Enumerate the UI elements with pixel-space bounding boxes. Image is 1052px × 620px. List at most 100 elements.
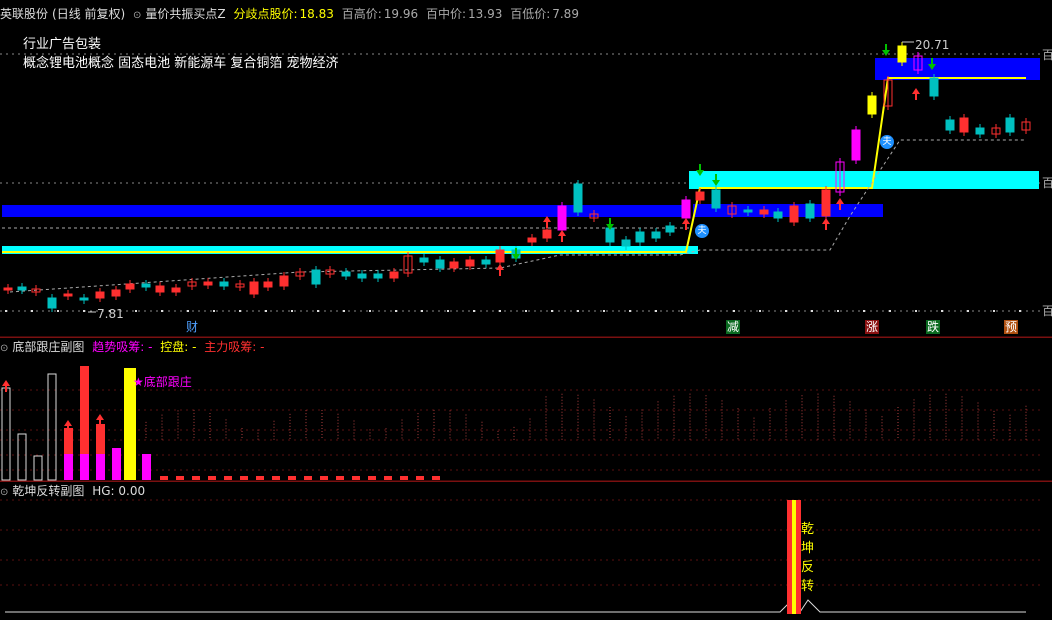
candlestick — [651, 231, 661, 239]
sub2-title[interactable]: 乾坤反转副图 — [12, 484, 84, 498]
candlestick — [263, 281, 273, 288]
candlestick — [171, 287, 181, 293]
volume-bar — [17, 433, 27, 481]
industry-label: 行业广告包装 — [23, 37, 102, 52]
settings-dropdown-icon[interactable]: ⊙ — [0, 487, 8, 498]
buy-arrow-icon — [822, 218, 830, 230]
time-dot — [5, 310, 7, 312]
time-dot — [291, 310, 293, 312]
hg-value-label: HG: 0.00 — [92, 484, 146, 498]
time-dot — [187, 310, 189, 312]
time-dot — [759, 310, 761, 312]
mid-value: 13.93 — [468, 7, 503, 21]
candlestick — [17, 286, 27, 291]
time-dot — [317, 310, 319, 312]
candlestick — [79, 297, 89, 301]
candlestick — [821, 189, 831, 217]
volume-bar — [288, 476, 296, 480]
time-dot — [213, 310, 215, 312]
candlestick — [125, 283, 135, 290]
main-price-chart[interactable] — [0, 0, 1052, 620]
event-marker-finance[interactable]: 财 — [186, 320, 198, 334]
bottom-follow-annotation: ★底部跟庄 — [133, 375, 192, 389]
candlestick — [63, 293, 73, 297]
event-marker-rise[interactable]: 涨 — [865, 320, 880, 334]
volume-bar — [384, 476, 392, 480]
time-dot — [603, 310, 605, 312]
time-dot — [83, 310, 85, 312]
time-dot — [707, 310, 709, 312]
candlestick — [789, 205, 799, 223]
time-dot — [1019, 310, 1021, 312]
time-dot — [395, 310, 397, 312]
candlestick — [805, 203, 815, 219]
event-marker-fall[interactable]: 跌 — [926, 320, 941, 334]
candlestick — [945, 119, 955, 131]
time-dot — [733, 310, 735, 312]
event-marker-forecast[interactable]: 预 — [1004, 320, 1019, 334]
candlestick — [695, 191, 705, 201]
candlestick — [743, 209, 753, 213]
low-value: 7.89 — [552, 7, 579, 21]
axis-label-top: 百 — [1042, 48, 1052, 62]
candlestick — [419, 257, 429, 263]
time-dot — [577, 310, 579, 312]
volume-bar — [64, 454, 73, 480]
time-dot — [811, 310, 813, 312]
candlestick — [249, 281, 259, 295]
candlestick — [141, 283, 151, 288]
candlestick — [867, 95, 877, 115]
period-label[interactable]: (日线 前复权) — [52, 7, 125, 21]
event-marker-reduce[interactable]: 减 — [726, 320, 741, 334]
volume-bar — [400, 476, 408, 480]
candlestick — [311, 269, 321, 285]
candlestick — [279, 275, 289, 287]
volume-bar — [352, 476, 360, 480]
candlestick — [851, 129, 861, 161]
stock-name[interactable]: 英联股份 — [0, 7, 48, 21]
time-dot — [265, 310, 267, 312]
candlestick — [557, 205, 567, 231]
volume-bar — [1, 387, 11, 481]
time-dot — [993, 310, 995, 312]
candlestick — [929, 77, 939, 97]
time-dot — [837, 310, 839, 312]
time-dot — [161, 310, 163, 312]
buy-arrow-icon — [912, 88, 920, 100]
control-label: 控盘: - — [160, 340, 197, 354]
candlestick — [542, 229, 552, 239]
volume-bar — [416, 476, 424, 480]
candlestick — [389, 271, 399, 279]
volume-bar — [160, 476, 168, 480]
indicator-name[interactable]: 量价共振买点Z — [145, 7, 225, 21]
time-dot — [551, 310, 553, 312]
buy-arrow-icon — [2, 380, 10, 392]
candlestick — [959, 117, 969, 133]
candlestick — [1005, 117, 1015, 133]
time-dot — [57, 310, 59, 312]
time-dot — [681, 310, 683, 312]
volume-bar — [192, 476, 200, 480]
volume-bar — [208, 476, 216, 480]
buy-arrow-icon — [496, 264, 504, 276]
candlestick — [897, 45, 907, 63]
sub1-title[interactable]: 底部跟庄副图 — [12, 340, 84, 354]
high-label: 百高价: — [341, 7, 382, 21]
candlestick — [665, 225, 675, 233]
exit-signal-badge: 夫 — [695, 224, 709, 238]
candlestick — [341, 271, 351, 277]
time-dot — [785, 310, 787, 312]
candlestick — [573, 183, 583, 213]
candlestick — [605, 227, 615, 243]
candlestick — [95, 291, 105, 299]
candlestick — [481, 259, 491, 265]
volume-bar — [368, 476, 376, 480]
time-dot — [135, 310, 137, 312]
reversal-bar-core — [792, 500, 796, 614]
candlestick — [465, 259, 475, 267]
time-dot — [447, 310, 449, 312]
time-dot — [525, 310, 527, 312]
settings-dropdown-icon[interactable]: ⊙ — [0, 343, 8, 354]
settings-dropdown-icon[interactable]: ⊙ — [133, 10, 141, 21]
time-dot — [499, 310, 501, 312]
